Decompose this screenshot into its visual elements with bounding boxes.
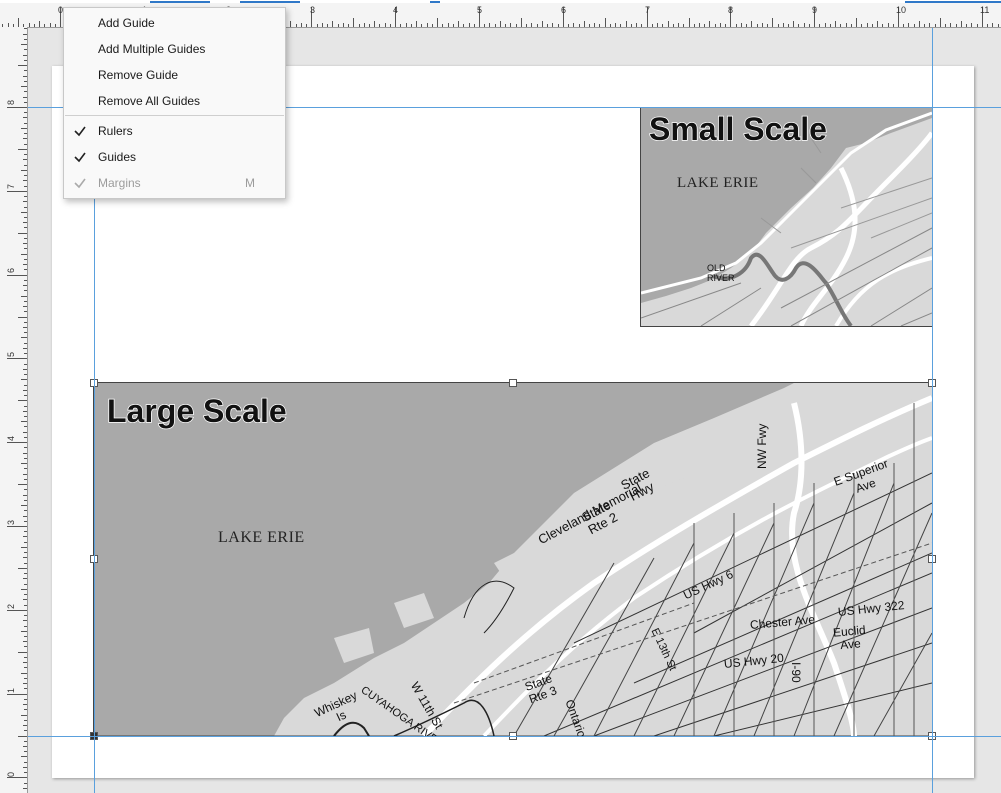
menu-item-margins[interactable]: Margins M [65, 170, 284, 196]
guide-vertical[interactable] [932, 28, 933, 793]
menu-item-rulers[interactable]: Rulers [65, 118, 284, 144]
ruler-label: 6 [561, 5, 567, 15]
ruler-label: 0 [6, 771, 17, 778]
ruler-label: 1 [6, 687, 17, 694]
resize-handle-top[interactable] [509, 379, 517, 387]
menu-item-label: Add Guide [98, 16, 155, 30]
ruler-label: 3 [310, 5, 316, 15]
ruler-label: 2 [6, 603, 17, 610]
ruler-label: 3 [6, 519, 17, 526]
menu-separator [65, 115, 284, 116]
menu-item-add-guide[interactable]: Add Guide [65, 10, 284, 36]
ruler-label: 7 [6, 183, 17, 190]
menu-item-label: Remove All Guides [98, 94, 201, 108]
ruler-label: 5 [477, 5, 483, 15]
map-street-label: I-90 [789, 662, 803, 683]
ruler-label: 11 [980, 5, 990, 15]
ruler-label: 5 [6, 351, 17, 358]
small-map-river-label: OLD RIVER [707, 263, 735, 283]
map-street-label: Euclid Ave [832, 622, 867, 653]
guide-horizontal[interactable] [28, 736, 1001, 737]
map-street-label: NW Fwy [755, 423, 769, 469]
ruler-label: 6 [6, 267, 17, 274]
menu-item-label: Remove Guide [98, 68, 179, 82]
menu-item-label: Add Multiple Guides [98, 42, 206, 56]
menu-item-label: Margins [98, 176, 141, 190]
ruler-label: 4 [393, 5, 399, 15]
menu-item-label: Rulers [98, 124, 133, 138]
vertical-ruler-ticks [7, 28, 27, 789]
ruler-label: 8 [6, 99, 17, 106]
ruler-label: 9 [812, 5, 818, 15]
checkmark-icon [74, 126, 86, 137]
large-scale-map-frame[interactable]: Large Scale LAKE ERIE Cleveland Memorial… [93, 382, 933, 737]
ruler-context-menu: Add Guide Add Multiple Guides Remove Gui… [63, 7, 286, 199]
ruler-label: 4 [6, 435, 17, 442]
large-map-lake-label: LAKE ERIE [218, 529, 305, 546]
checkmark-icon [74, 178, 86, 189]
menu-item-shortcut: M [245, 176, 255, 190]
menu-item-guides[interactable]: Guides [65, 144, 284, 170]
menu-item-label: Guides [98, 150, 137, 164]
ruler-label: 8 [728, 5, 734, 15]
menu-item-add-multiple-guides[interactable]: Add Multiple Guides [65, 36, 284, 62]
large-map-title: Large Scale [106, 392, 287, 430]
ruler-label: 10 [896, 5, 907, 15]
large-scale-map-graphic [94, 383, 932, 736]
menu-item-remove-all-guides[interactable]: Remove All Guides [65, 88, 284, 114]
small-map-title: Small Scale [648, 110, 827, 148]
vertical-ruler[interactable]: 8 7 6 5 4 3 2 1 0 [0, 27, 28, 793]
checkmark-icon [74, 152, 86, 163]
small-scale-map-frame[interactable]: Small Scale LAKE ERIE OLD RIVER [640, 107, 933, 327]
small-map-lake-label: LAKE ERIE [677, 175, 759, 191]
menu-item-remove-guide[interactable]: Remove Guide [65, 62, 284, 88]
ruler-label: 7 [645, 5, 651, 15]
